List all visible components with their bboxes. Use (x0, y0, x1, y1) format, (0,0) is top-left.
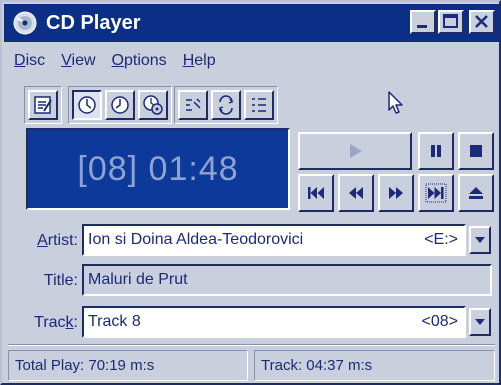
random-order-button[interactable] (178, 90, 208, 120)
next-track-button[interactable] (418, 174, 454, 212)
disc-time-remaining-icon (143, 95, 163, 115)
close-button[interactable] (469, 10, 495, 34)
intro-play-button[interactable] (244, 90, 274, 120)
pause-button[interactable] (418, 132, 454, 170)
maximize-icon (443, 14, 458, 28)
chevron-down-icon (475, 237, 485, 243)
menu-bar: Disc View Options Help (4, 46, 499, 76)
menu-disc[interactable]: Disc (14, 52, 45, 70)
skip-forwards-icon (389, 187, 403, 199)
stop-button[interactable] (458, 132, 494, 170)
disc-time-remaining-button[interactable] (138, 90, 168, 120)
title-field[interactable]: Maluri de Prut (82, 264, 492, 296)
play-button[interactable] (298, 132, 412, 170)
menu-view[interactable]: View (61, 52, 95, 70)
cd-icon (12, 10, 38, 36)
close-icon (475, 15, 488, 28)
continuous-play-icon (218, 95, 234, 115)
chevron-down-icon (475, 319, 485, 325)
minimize-button[interactable] (410, 10, 436, 34)
window-title: CD Player (46, 11, 141, 34)
divider (8, 344, 495, 346)
track-label: Track: (34, 314, 78, 331)
total-play-status: Total Play: 70:19 m:s (8, 350, 248, 381)
artist-label: Artist: (37, 232, 78, 249)
track-time-readout: [08] 01:48 (77, 149, 239, 188)
drive-letter: <E:> (424, 231, 458, 248)
random-order-icon (186, 98, 201, 111)
artist-value: Ion si Doina Aldea-Teodorovici (88, 231, 304, 248)
pause-icon (431, 145, 441, 157)
track-value: Track 8 (88, 313, 141, 330)
time-display: [08] 01:48 (26, 128, 290, 210)
track-time-elapsed-button[interactable] (72, 90, 102, 120)
track-number: <08> (421, 313, 458, 330)
menu-help[interactable]: Help (183, 52, 216, 70)
toolbar-edit-group (24, 86, 62, 124)
title-bar[interactable]: CD Player (4, 4, 499, 42)
eject-button[interactable] (458, 174, 494, 212)
mouse-pointer-icon (387, 90, 405, 121)
maximize-button[interactable] (438, 10, 464, 34)
track-time-elapsed-icon (78, 96, 96, 114)
skip-backwards-button[interactable] (338, 174, 374, 212)
minimize-icon (417, 25, 427, 28)
title-label: Title: (43, 272, 78, 289)
skip-backwards-icon (349, 187, 363, 199)
play-icon (350, 144, 362, 158)
edit-playlist-button[interactable] (28, 90, 58, 120)
eject-icon (469, 187, 483, 199)
track-time-remaining-icon (111, 96, 129, 114)
status-bar: Total Play: 70:19 m:s Track: 04:37 m:s (8, 350, 495, 381)
cd-player-window: CD Player Disc View Options Help [08] 01… (0, 0, 501, 385)
artist-field[interactable]: Ion si Doina Aldea-Teodorovici <E:> (82, 224, 466, 256)
next-track-icon (425, 183, 447, 203)
skip-forwards-button[interactable] (378, 174, 414, 212)
track-field[interactable]: Track 8 <08> (82, 306, 466, 338)
intro-play-icon (252, 98, 266, 112)
previous-track-icon (308, 187, 324, 199)
window-controls (410, 10, 495, 34)
toolbar-time-group (68, 86, 172, 124)
track-time-status: Track: 04:37 m:s (254, 350, 495, 381)
toolbar-play-mode-group (174, 86, 278, 124)
edit-playlist-icon (34, 96, 52, 114)
stop-icon (470, 145, 482, 157)
previous-track-button[interactable] (298, 174, 334, 212)
artist-dropdown-button[interactable] (469, 226, 491, 254)
title-value: Maluri de Prut (88, 271, 188, 288)
track-time-remaining-button[interactable] (105, 90, 135, 120)
track-dropdown-button[interactable] (469, 308, 491, 336)
continuous-play-button[interactable] (211, 90, 241, 120)
menu-options[interactable]: Options (112, 52, 167, 70)
